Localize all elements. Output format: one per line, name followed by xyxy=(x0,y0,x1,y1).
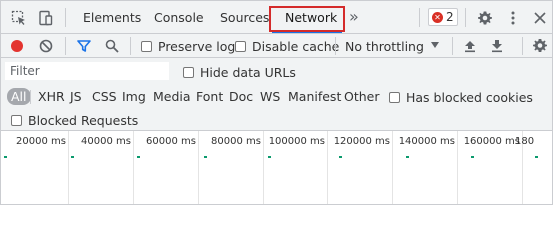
timeline-grid-line xyxy=(198,131,199,204)
import-har-icon xyxy=(465,41,475,53)
type-filter-separator xyxy=(30,90,31,104)
record-icon xyxy=(11,40,23,52)
throttling-select[interactable]: No throttling xyxy=(345,37,424,55)
tab-sources[interactable]: Sources xyxy=(220,1,269,34)
inspect-element-icon[interactable] xyxy=(10,9,28,27)
type-filter-xhr[interactable]: XHR xyxy=(38,88,65,105)
type-filter-media[interactable]: Media xyxy=(153,88,191,105)
timeline-grid-line xyxy=(133,131,134,204)
clear-button[interactable] xyxy=(39,37,53,55)
type-filter-js[interactable]: JS xyxy=(70,88,82,105)
blocked-requests-checkbox[interactable]: Blocked Requests xyxy=(11,111,138,129)
tab-bar-separator xyxy=(65,8,66,27)
timeline-request-mark xyxy=(71,156,74,158)
tab-network[interactable]: Network xyxy=(285,1,337,34)
timeline-tick-label: 140000 ms xyxy=(398,136,455,147)
timeline-tick-label: 160000 ms xyxy=(463,136,520,147)
throttling-value: No throttling xyxy=(345,38,424,54)
hide-data-urls-label: Hide data URLs xyxy=(200,64,296,80)
timeline-grid-line xyxy=(392,131,393,204)
timeline-request-mark xyxy=(535,156,538,158)
network-toolbar: Preserve log Disable cache No throttling xyxy=(1,34,552,58)
timeline-grid-line xyxy=(68,131,69,204)
import-har-button[interactable] xyxy=(463,37,477,55)
timeline-request-mark xyxy=(406,156,409,158)
timeline-tick-label: 100000 ms xyxy=(268,136,325,147)
device-toolbar-icon[interactable] xyxy=(36,9,54,27)
blocked-requests-label: Blocked Requests xyxy=(28,112,139,128)
has-blocked-cookies-checkbox[interactable]: Has blocked cookies xyxy=(389,88,533,106)
toolbar-separator xyxy=(335,37,336,55)
timeline-tick-label: 120000 ms xyxy=(333,136,390,147)
timeline-request-mark xyxy=(4,156,7,158)
type-filter-manifest[interactable]: Manifest xyxy=(288,88,341,105)
more-tabs-button[interactable]: » xyxy=(349,7,359,26)
timeline-tick-label: 180 xyxy=(515,136,535,147)
hide-data-urls-checkbox[interactable]: Hide data URLs xyxy=(183,63,296,81)
error-icon: ✕ xyxy=(432,11,443,23)
toolbar-separator xyxy=(452,37,453,55)
disable-cache-label: Disable cache xyxy=(252,38,340,54)
timeline-grid-line xyxy=(263,131,264,204)
devtools-panel: Elements Console Sources Network » ✕ 2 P… xyxy=(0,0,553,205)
search-button[interactable] xyxy=(105,37,119,55)
filter-toggle-button[interactable] xyxy=(77,37,91,55)
type-filter-ws[interactable]: WS xyxy=(260,88,280,105)
toolbar-separator xyxy=(130,37,131,55)
tab-elements[interactable]: Elements xyxy=(83,1,141,34)
timeline-grid-line xyxy=(327,131,328,204)
type-filter-doc[interactable]: Doc xyxy=(229,88,253,105)
filter-icon xyxy=(77,40,91,52)
tab-bar-separator xyxy=(465,8,466,27)
export-har-icon xyxy=(492,40,502,53)
toolbar-separator xyxy=(522,37,523,55)
clear-icon xyxy=(39,39,53,53)
toolbar-separator xyxy=(65,37,66,55)
type-filter-css[interactable]: CSS xyxy=(92,88,117,105)
has-blocked-cookies-label: Has blocked cookies xyxy=(406,89,533,105)
timeline-request-mark xyxy=(471,156,474,158)
preserve-log-checkbox[interactable]: Preserve log xyxy=(141,37,235,55)
timeline-grid-line xyxy=(457,131,458,204)
timeline-request-mark xyxy=(137,156,140,158)
devtools-tab-bar: Elements Console Sources Network » ✕ 2 xyxy=(1,1,552,34)
filter-bar: Hide data URLs xyxy=(1,58,552,84)
gear-icon[interactable] xyxy=(476,9,494,27)
network-overview-timeline[interactable]: 20000 ms 40000 ms 60000 ms 80000 ms 1000… xyxy=(1,131,552,204)
tab-console[interactable]: Console xyxy=(154,1,204,34)
filter-input[interactable] xyxy=(5,62,169,80)
record-button[interactable] xyxy=(11,37,23,55)
preserve-log-check[interactable] xyxy=(141,40,152,52)
search-icon xyxy=(105,39,119,53)
close-devtools-icon[interactable] xyxy=(531,9,549,27)
type-filter-all[interactable]: All xyxy=(7,88,31,105)
hide-data-urls-check[interactable] xyxy=(183,66,194,78)
gear-icon xyxy=(533,39,547,52)
tab-bar-separator xyxy=(419,8,420,27)
type-filter-other[interactable]: Other xyxy=(344,88,380,105)
timeline-tick-label: 20000 ms xyxy=(16,136,66,147)
chevron-down-icon[interactable] xyxy=(431,42,439,48)
type-filter-img[interactable]: Img xyxy=(122,88,146,105)
type-filter-font[interactable]: Font xyxy=(196,88,223,105)
active-tab-indicator xyxy=(272,31,342,33)
kebab-menu-icon[interactable] xyxy=(504,9,522,27)
timeline-tick-label: 40000 ms xyxy=(81,136,131,147)
timeline-request-mark xyxy=(204,156,207,158)
timeline-request-mark xyxy=(339,156,342,158)
error-count-badge[interactable]: ✕ 2 xyxy=(428,8,458,26)
export-har-button[interactable] xyxy=(490,37,504,55)
network-settings-button[interactable] xyxy=(532,37,548,55)
resource-type-filters: All XHR JS CSS Img Media Font Doc WS Man… xyxy=(1,84,552,109)
has-blocked-cookies-check[interactable] xyxy=(389,91,400,103)
error-count: 2 xyxy=(446,10,454,24)
disable-cache-check[interactable] xyxy=(235,40,246,52)
blocked-requests-bar: Blocked Requests xyxy=(1,109,552,131)
preserve-log-label: Preserve log xyxy=(158,38,236,54)
timeline-tick-label: 80000 ms xyxy=(211,136,261,147)
timeline-tick-label: 60000 ms xyxy=(146,136,196,147)
blocked-requests-check[interactable] xyxy=(11,114,22,126)
disable-cache-checkbox[interactable]: Disable cache xyxy=(235,37,339,55)
timeline-request-mark xyxy=(268,156,271,158)
